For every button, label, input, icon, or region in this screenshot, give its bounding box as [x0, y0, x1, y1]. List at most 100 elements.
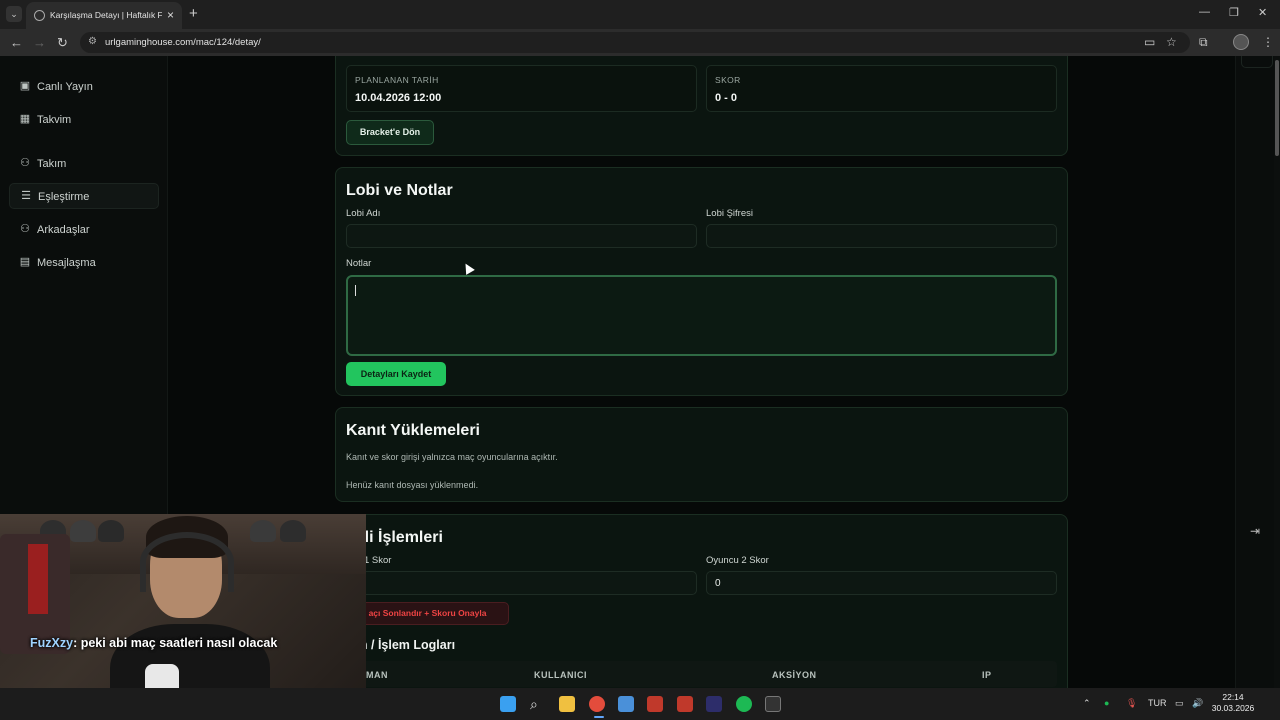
app-icon[interactable]: [706, 696, 722, 712]
photos-icon[interactable]: [618, 696, 634, 712]
sidebar-item-label: Mesajlaşma: [37, 257, 96, 269]
sidebar-item-label: Takvim: [37, 114, 72, 126]
url-text: urlgaminghouse.com/mac/124/detay/: [105, 37, 261, 48]
globe-icon: [34, 10, 45, 21]
cap-decoration: [280, 520, 306, 542]
new-tab-icon[interactable]: +: [189, 5, 198, 22]
tray-chevron-icon[interactable]: ⌃: [1083, 698, 1091, 709]
menu-dots-icon[interactable]: ⋮: [1262, 35, 1274, 49]
browser-tab-bar: ⌄ Karşılaşma Detayı | Haftalık FC2 × + —…: [0, 0, 1280, 29]
finish-match-button[interactable]: açı Sonlandır + Skoru Onayla: [346, 602, 509, 625]
restore-icon[interactable]: ❐: [1229, 6, 1239, 19]
planned-date-value: 10.04.2026 12:00: [355, 92, 442, 104]
reload-icon[interactable]: ↻: [57, 35, 68, 51]
log-table-header: MAN KULLANICI AKSİYON IP: [346, 661, 1057, 687]
tab-title: Karşılaşma Detayı | Haftalık FC2: [50, 10, 162, 20]
chat-message: FuzXzy: peki abi maç saatleri nasıl olac…: [30, 636, 277, 650]
windows-taskbar: ⌕ ⌃ ● 🎙 TUR ▭ 🔊 22:14 30.03.2026: [0, 688, 1280, 720]
back-icon[interactable]: ←: [10, 35, 23, 50]
evidence-uploads-card: Kanıt Yüklemeleri Kanıt ve skor girişi y…: [335, 407, 1068, 502]
chrome-icon[interactable]: [589, 696, 605, 712]
microphone-icon[interactable]: 🎙: [1126, 698, 1137, 709]
notes-label: Notlar: [346, 258, 372, 269]
notes-textarea[interactable]: [346, 275, 1057, 356]
voicemeeter-icon[interactable]: [647, 696, 663, 712]
voicemeeter-icon[interactable]: [677, 696, 693, 712]
system-clock[interactable]: 22:14 30.03.2026: [1210, 692, 1256, 714]
clock-date: 30.03.2026: [1211, 703, 1255, 713]
player2-score-label: Oyuncu 2 Skor: [706, 555, 769, 566]
sidebar-item-team[interactable]: ⚇ Takım: [9, 151, 159, 177]
tray-app-icon[interactable]: ●: [1104, 698, 1109, 708]
network-icon[interactable]: ▭: [1175, 698, 1184, 709]
search-icon[interactable]: ⌕: [530, 696, 546, 712]
planned-date-label: PLANLANAN TARİH: [355, 75, 439, 85]
language-indicator[interactable]: TUR: [1148, 698, 1167, 708]
browser-toolbar: ← → ↻ ⚙ urlgaminghouse.com/mac/124/detay…: [0, 29, 1280, 56]
headphones: [140, 532, 234, 592]
score-label: SKOR: [715, 75, 741, 85]
evidence-info-text: Kanıt ve skor girişi yalnızca maç oyuncu…: [346, 452, 558, 462]
terminal-icon[interactable]: [765, 696, 781, 712]
score-box: SKOR 0 - 0: [706, 65, 1057, 112]
logout-icon[interactable]: ⇥: [1250, 524, 1260, 538]
sidebar-item-partial[interactable]: ▭: [9, 56, 159, 62]
friends-icon: ⚇: [20, 223, 30, 235]
active-app-indicator: [594, 716, 604, 718]
text-caret: [355, 285, 356, 296]
column-header-time: MAN: [366, 670, 388, 680]
evidence-card-title: Kanıt Yüklemeleri: [346, 422, 480, 439]
sidebar-item-label: Takım: [37, 158, 67, 170]
message-icon: ▤: [19, 256, 31, 268]
jersey-stripe: [28, 544, 48, 614]
chat-text: : peki abi maç saatleri nasıl olacak: [73, 636, 278, 650]
site-info-icon[interactable]: ⚙: [88, 36, 97, 47]
minimize-icon[interactable]: —: [1199, 6, 1210, 18]
scrollbar-thumb[interactable]: [1275, 60, 1279, 156]
evidence-empty-text: Henüz kanıt dosyası yüklenmedi.: [346, 480, 479, 490]
planned-date-box: PLANLANAN TARİH 10.04.2026 12:00: [346, 65, 697, 112]
player1-score-input[interactable]: [346, 571, 697, 595]
sidebar-item-friends[interactable]: ⚇ Arkadaşlar: [9, 217, 159, 243]
profile-avatar[interactable]: [1233, 34, 1249, 50]
lobby-name-input[interactable]: [346, 224, 697, 248]
save-details-button[interactable]: Detayları Kaydet: [346, 362, 446, 386]
spotify-icon[interactable]: [736, 696, 752, 712]
lobby-card-title: Lobi ve Notlar: [346, 182, 453, 199]
file-explorer-icon[interactable]: [559, 696, 575, 712]
broadcast-icon: ▣: [19, 80, 31, 92]
match-info-card: PLANLANAN TARİH 10.04.2026 12:00 SKOR 0 …: [335, 56, 1068, 156]
cast-icon[interactable]: ▭: [1144, 35, 1155, 49]
back-to-bracket-button[interactable]: Bracket'e Dön: [346, 120, 434, 145]
sidebar-item-matchmaking[interactable]: ☰ Eşleştirme: [9, 183, 159, 209]
address-bar[interactable]: ⚙ urlgaminghouse.com/mac/124/detay/: [80, 32, 1190, 53]
matchmaking-icon: ☰: [21, 190, 31, 202]
calendar-icon: ▦: [19, 113, 31, 125]
clock-time: 22:14: [1222, 692, 1244, 702]
browser-tab[interactable]: Karşılaşma Detayı | Haftalık FC2 ×: [26, 2, 182, 29]
sidebar-item-label: Canlı Yayın: [37, 81, 93, 93]
lobby-password-label: Lobi Şifresi: [706, 208, 753, 219]
sidebar-item-label: Arkadaşlar: [37, 224, 90, 236]
player2-score-input[interactable]: 0: [706, 571, 1057, 595]
extensions-icon[interactable]: ⧉: [1199, 35, 1208, 50]
sidebar-item-live[interactable]: ▣ Canlı Yayın: [9, 74, 159, 100]
lobby-notes-card: Lobi ve Notlar Lobi Adı Lobi Şifresi Not…: [335, 167, 1068, 396]
lobby-password-input[interactable]: [706, 224, 1057, 248]
column-header-action: AKSİYON: [772, 670, 817, 680]
team-icon: ⚇: [20, 157, 30, 169]
sidebar-item-messages[interactable]: ▤ Mesajlaşma: [9, 250, 159, 276]
close-tab-icon[interactable]: ×: [167, 8, 174, 22]
column-header-user: KULLANICI: [534, 670, 587, 680]
forward-icon[interactable]: →: [33, 35, 46, 50]
tab-search-icon[interactable]: ⌄: [6, 6, 22, 22]
cap-decoration: [98, 520, 124, 542]
right-rail-box: [1241, 56, 1273, 68]
bookmark-star-icon[interactable]: ☆: [1166, 35, 1177, 49]
sidebar-item-calendar[interactable]: ▦ Takvim: [9, 107, 159, 133]
close-window-icon[interactable]: ✕: [1258, 6, 1267, 19]
volume-icon[interactable]: 🔊: [1192, 698, 1203, 709]
chat-username: FuzXzy: [30, 636, 74, 650]
start-icon[interactable]: [500, 696, 516, 712]
lobby-name-label: Lobi Adı: [346, 208, 381, 219]
